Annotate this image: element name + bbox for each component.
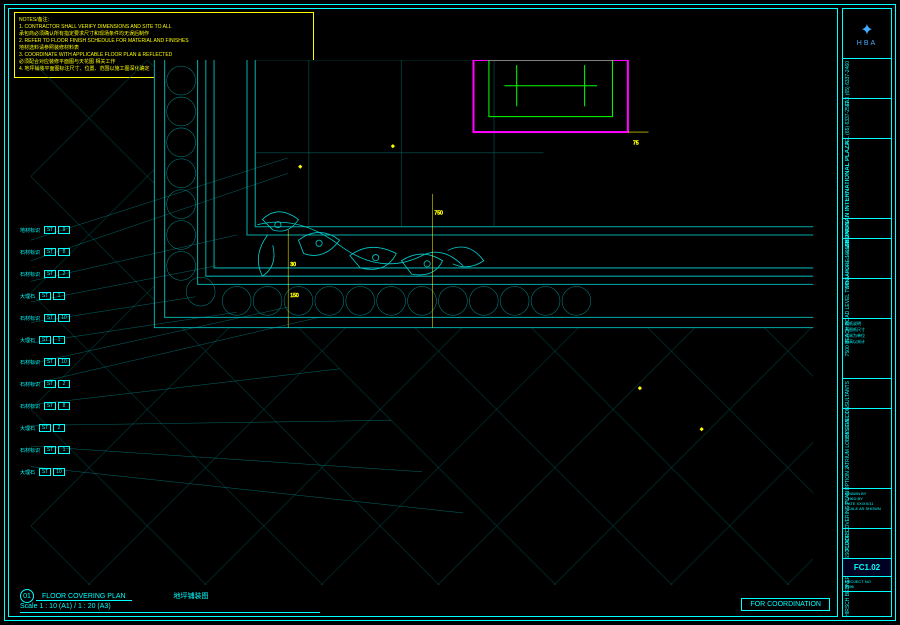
material-tags: 地材标识ST9石材标识ST8石材标识ST2大理石ST1石材标识ST10大理石ST…: [20, 220, 140, 484]
hba-logo-icon: ✦: [860, 20, 873, 40]
plan-title-cn: 地坪铺装图: [174, 593, 209, 600]
material-tag: 石材标识ST8: [20, 242, 140, 262]
address2-section: 7500 BEACH ROAD LEVEL TWO: [843, 279, 891, 319]
svg-text:⬥: ⬥: [638, 385, 642, 391]
note-cn: 标高以米计: [845, 339, 889, 345]
material-tag: 石材标识ST2: [20, 374, 140, 394]
scale: SCALE AS SHOWN: [845, 506, 889, 511]
note-line: 1. CONTRACTOR SHALL VERIFY DIMENSIONS AN…: [19, 24, 309, 31]
firm-name: HBA: [857, 40, 877, 47]
dwg-line: OPTION 2: [845, 467, 851, 490]
material-tag: 石材标识ST1: [20, 440, 140, 460]
dwg-line: LEVEL 1: [845, 411, 851, 431]
scale-text: Scale 1 : 10 (A1) / 1 : 20 (A3): [20, 603, 320, 610]
notes-header: NOTES/备注:: [19, 17, 309, 24]
material-tag: 石材标识ST8: [20, 396, 140, 416]
title-block: ✦ HBA FAX (65) 6337-2460 TEL (65) 6337-2…: [842, 8, 892, 617]
sheet-number: FC1.02: [843, 559, 891, 577]
inner-grid: [255, 60, 543, 227]
address-section: SINGAPORE 199591: [843, 239, 891, 279]
material-tag: 大理石ST1: [20, 286, 140, 306]
svg-text:75: 75: [633, 140, 639, 146]
note-line: 3. COORDINATE WITH APPLICABLE FLOOR PLAN…: [19, 52, 309, 59]
project-no-section: PROJECT NO 5596: [843, 577, 891, 592]
notes-cn-section: 图纸说明 本图纸尺寸 以米为单位 标高以米计: [843, 319, 891, 379]
firm-logo: ✦ HBA: [843, 9, 891, 59]
coordination-stamp: FOR COORDINATION: [741, 598, 830, 611]
note-line: 地材选料请参照装修材料表: [19, 45, 309, 52]
projno: 5596: [845, 584, 889, 589]
svg-text:750: 750: [434, 210, 443, 216]
material-tag: 大理石ST2: [20, 418, 140, 438]
material-tag: 石材标识ST10: [20, 308, 140, 328]
note-line: 2. REFER TO FLOOR FINISH SCHEDULE FOR MA…: [19, 38, 309, 45]
svg-text:⬥: ⬥: [298, 164, 302, 170]
svg-text:30: 30: [290, 262, 296, 268]
meta-section: DRAWN BY CHKD BY DATE XX/XX/11 SCALE AS …: [843, 489, 891, 529]
material-tag: 大理石ST10: [20, 462, 140, 482]
material-tag: 石材标识ST10: [20, 352, 140, 372]
svg-text:⬥: ⬥: [700, 427, 704, 433]
contact-section: FAX (65) 6337-2460: [843, 59, 891, 99]
project-section: ZHONGNAN INTERNATIONAL PLAZA NANTONG, CH…: [843, 139, 891, 219]
drawing-title: 01 FLOOR COVERING PLAN 地坪铺装图 Scale 1 : 1…: [20, 589, 320, 613]
material-tag: 石材标识ST2: [20, 264, 140, 284]
consultants-section: DESIGN CONSULTANTS: [843, 379, 891, 409]
title-bubble: 01: [20, 589, 34, 603]
drawing-title-section: LEVEL 1 ATRIUM LOBBY OPTION 2 FLOOR COVE…: [843, 409, 891, 489]
svg-text:⬥: ⬥: [391, 144, 395, 150]
material-tag: 大理石ST1: [20, 330, 140, 350]
remarks-section: REMARKS: [843, 219, 891, 239]
dwg-line: ATRIUM LOBBY: [845, 431, 851, 468]
plan-title: FLOOR COVERING PLAN: [36, 593, 132, 601]
firm-long-section: HIRSCH BEDNER AND ASSOCIATES: [843, 529, 891, 559]
material-tag: 地材标识ST9: [20, 220, 140, 240]
tel-section: TEL (65) 6337-2511: [843, 99, 891, 139]
svg-text:150: 150: [290, 293, 299, 299]
note-line: 承包商必须确认所有指定要求尺寸和现场条件均无误后制作: [19, 31, 309, 38]
